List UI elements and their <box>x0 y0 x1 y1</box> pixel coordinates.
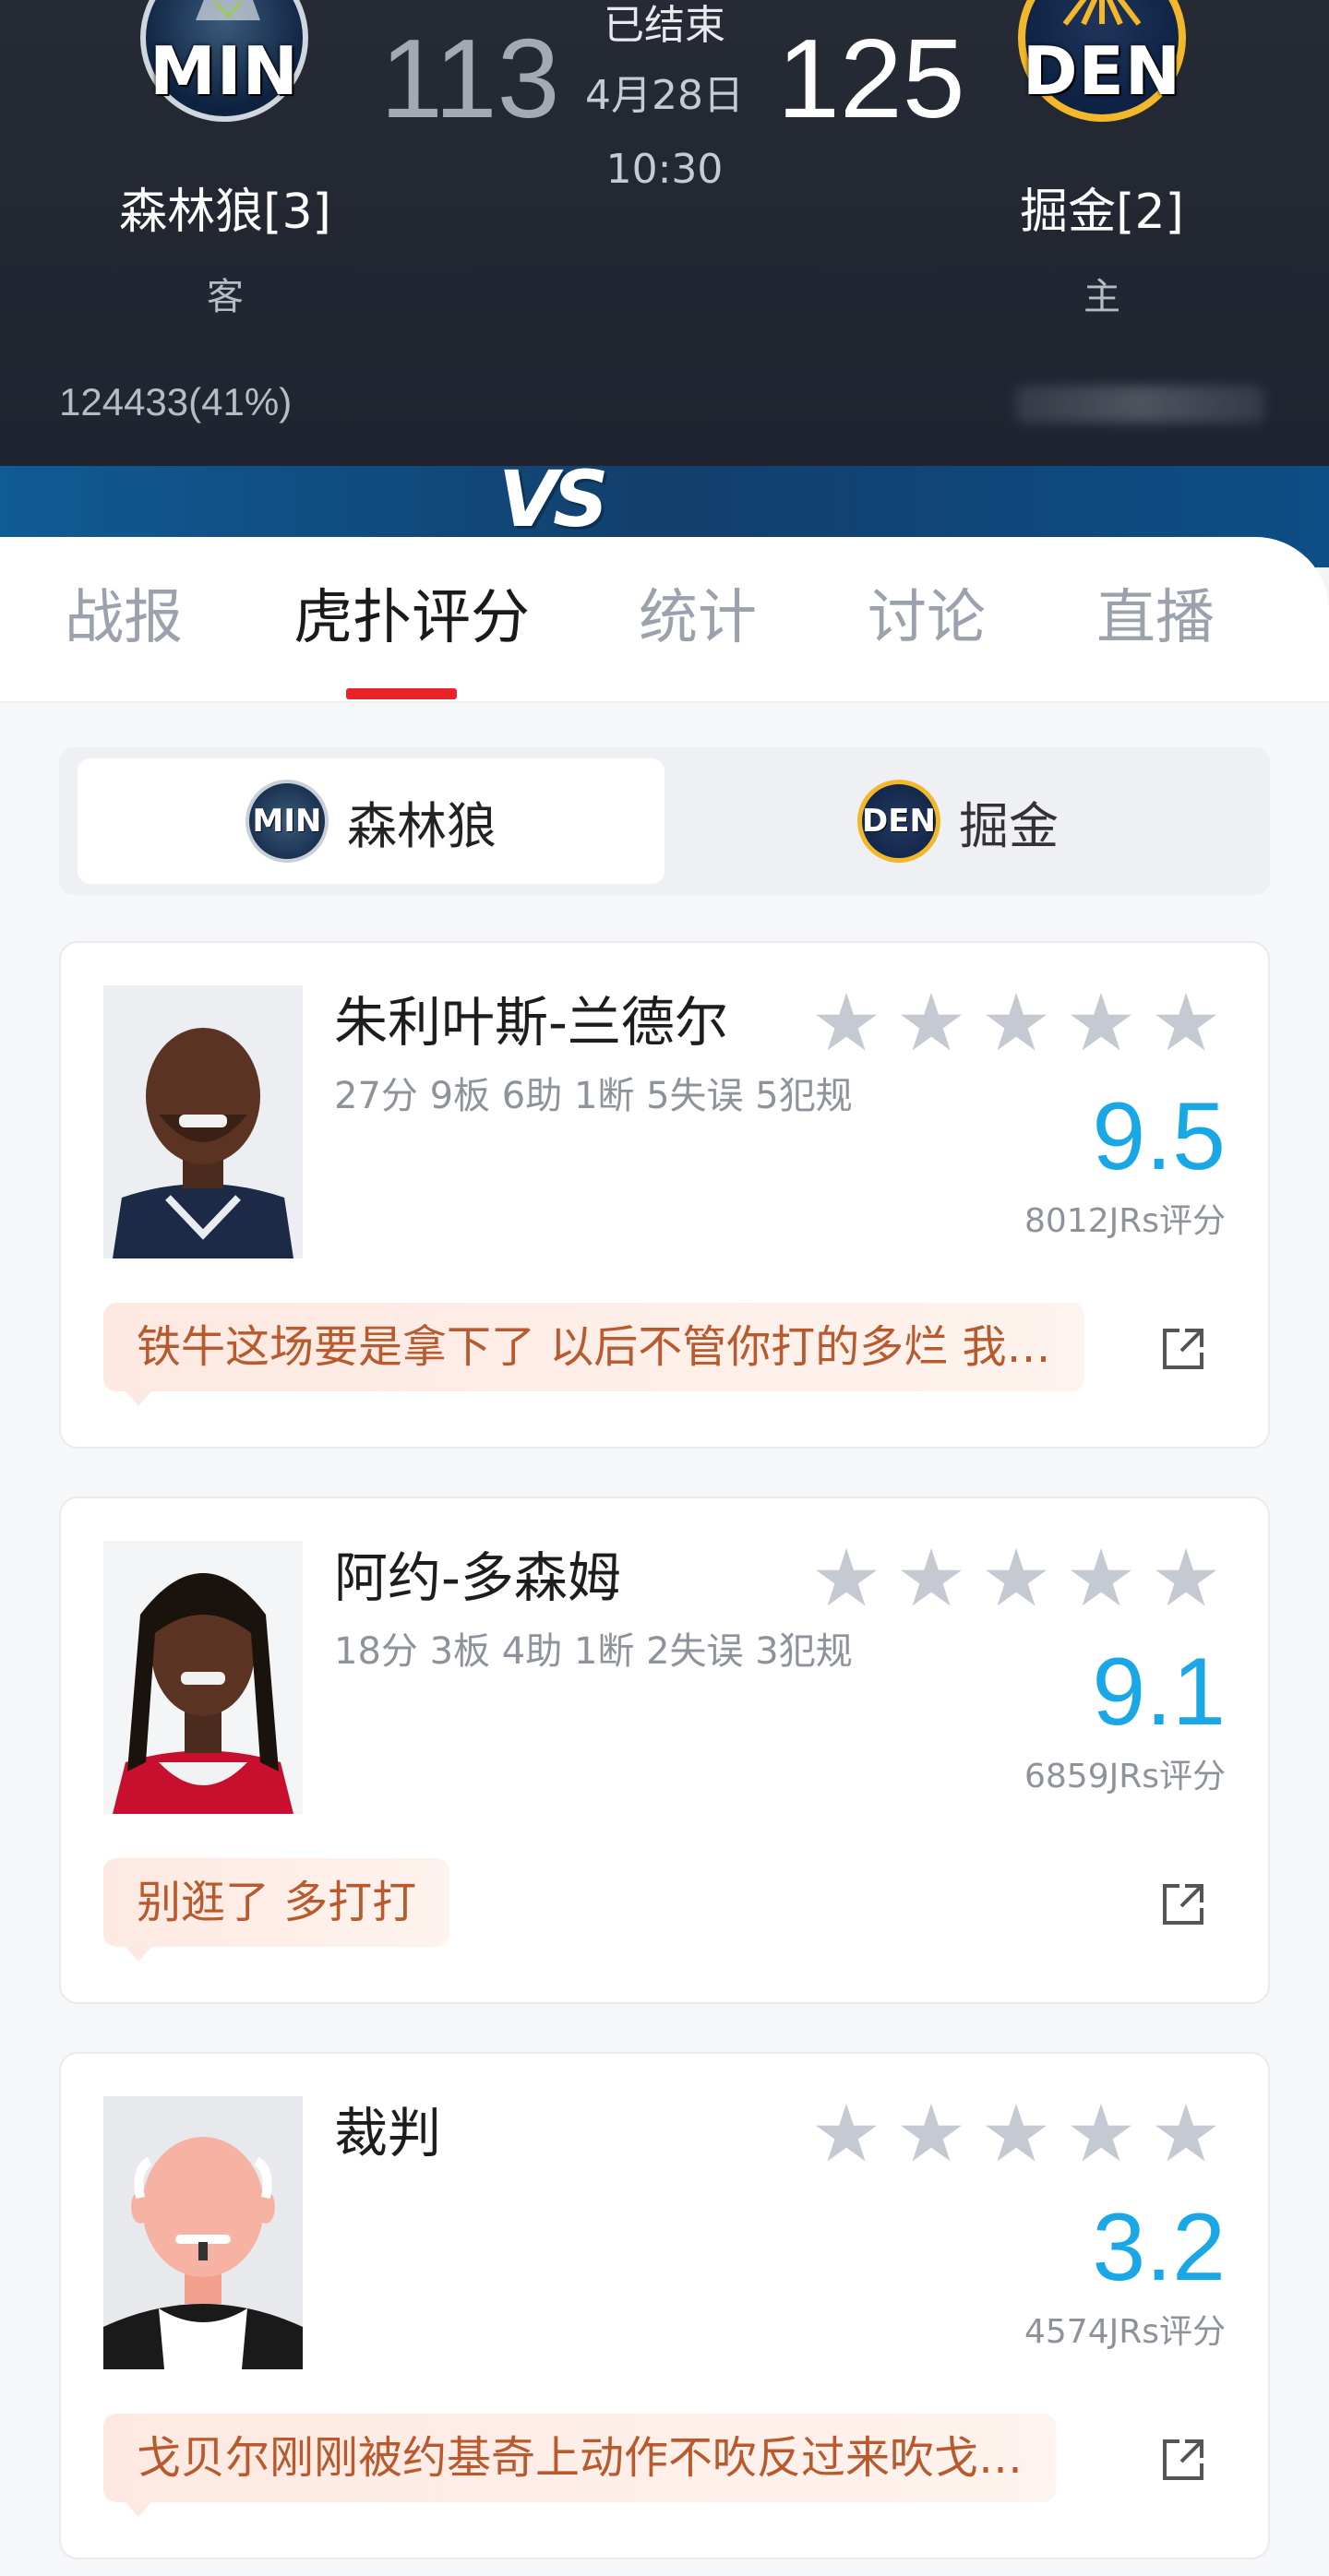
top-comment[interactable]: 戈贝尔刚刚被约基奇上动作不吹反过来吹戈… <box>103 2414 1057 2517</box>
star-icon[interactable]: ★ <box>895 1539 967 1618</box>
player-stats: 27分 9板 6助 1断 5失误 5犯规 <box>334 1075 853 1117</box>
star-icon[interactable]: ★ <box>810 2094 882 2174</box>
star-icon[interactable]: ★ <box>895 2094 967 2174</box>
player-rating-score: 9.1 <box>1092 1639 1226 1746</box>
away-team-name[interactable]: 森林狼[3] <box>78 183 373 242</box>
star-icon[interactable]: ★ <box>895 984 967 1063</box>
away-team-abbr: MIN <box>150 32 299 110</box>
player-name: 裁判 <box>334 2102 442 2165</box>
player-rating-card[interactable]: 裁判 ★ ★ ★ ★ ★ 3.2 4574JRs评分 戈贝尔刚刚被约基奇上动作不… <box>59 2052 1270 2559</box>
home-score: 125 <box>777 16 965 141</box>
star-icon[interactable]: ★ <box>810 1539 882 1618</box>
tab-bar: 战报 虎扑评分 统计 讨论 直播 <box>0 537 1329 703</box>
rating-stars[interactable]: ★ ★ ★ ★ ★ <box>810 1539 1222 1618</box>
home-team-name[interactable]: 掘金[2] <box>954 183 1250 242</box>
star-icon[interactable]: ★ <box>980 2094 1052 2174</box>
tab-report[interactable]: 战报 <box>65 581 183 655</box>
player-stats: 18分 3板 4助 1断 2失误 3犯规 <box>334 1630 853 1673</box>
player-rating-score: 9.5 <box>1092 1083 1226 1190</box>
rating-count: 4574JRs评分 <box>1024 2313 1226 2351</box>
rating-count: 6859JRs评分 <box>1024 1758 1226 1795</box>
tab-hupu-rating[interactable]: 虎扑评分 <box>293 581 530 655</box>
game-header: MIN DEN 113 125 已结束 4月28日 10:30 森林狼[3] 掘… <box>0 0 1329 471</box>
player-name: 阿约-多森姆 <box>334 1546 621 1609</box>
home-role-label: 主 <box>1084 276 1120 318</box>
star-icon[interactable]: ★ <box>980 1539 1052 1618</box>
player-name: 朱利叶斯-兰德尔 <box>334 991 728 1054</box>
toggle-timberwolves[interactable]: MIN 森林狼 <box>78 758 664 884</box>
player-avatar <box>103 1541 303 1814</box>
share-icon[interactable] <box>1157 1878 1209 1930</box>
star-icon[interactable]: ★ <box>1150 1539 1222 1618</box>
timberwolves-mini-logo: MIN <box>245 780 329 863</box>
team-toggle: MIN 森林狼 DEN 掘金 <box>59 747 1270 895</box>
game-status: 已结束 <box>604 2 725 49</box>
player-rating-card[interactable]: 阿约-多森姆 18分 3板 4助 1断 2失误 3犯规 ★ ★ ★ ★ ★ 9.… <box>59 1497 1270 2004</box>
top-comment[interactable]: 别逛了 多打打 <box>103 1858 450 1962</box>
top-comment[interactable]: 铁牛这场要是拿下了 以后不管你打的多烂 我… <box>103 1303 1084 1406</box>
rating-stars[interactable]: ★ ★ ★ ★ ★ <box>810 2094 1222 2174</box>
star-icon[interactable]: ★ <box>980 984 1052 1063</box>
star-icon[interactable]: ★ <box>1150 2094 1222 2174</box>
share-icon[interactable] <box>1157 1323 1209 1375</box>
star-icon[interactable]: ★ <box>1065 984 1137 1063</box>
toggle-nuggets[interactable]: DEN 掘金 <box>664 758 1251 884</box>
star-icon[interactable]: ★ <box>810 984 882 1063</box>
away-role-label: 客 <box>207 276 244 318</box>
share-icon[interactable] <box>1157 2434 1209 2486</box>
player-rating-card[interactable]: 朱利叶斯-兰德尔 27分 9板 6助 1断 5失误 5犯规 ★ ★ ★ ★ ★ … <box>59 941 1270 1449</box>
toggle-nuggets-label: 掘金 <box>959 796 1059 855</box>
player-avatar <box>103 985 303 1258</box>
tab-discussion[interactable]: 讨论 <box>868 581 986 655</box>
player-rating-score: 3.2 <box>1092 2194 1226 2301</box>
toggle-timberwolves-label: 森林狼 <box>347 796 497 855</box>
vs-emblem: VS <box>498 454 608 544</box>
star-icon[interactable]: ★ <box>1150 984 1222 1063</box>
game-time: 10:30 <box>605 146 724 193</box>
tab-stats[interactable]: 统计 <box>639 581 757 655</box>
player-avatar <box>103 2096 303 2369</box>
tab-live[interactable]: 直播 <box>1096 581 1215 655</box>
rating-stars[interactable]: ★ ★ ★ ★ ★ <box>810 984 1222 1063</box>
nuggets-mini-logo: DEN <box>857 780 940 863</box>
game-date: 4月28日 <box>585 72 744 119</box>
ratings-sheet: 战报 虎扑评分 统计 讨论 直播 MIN 森林狼 DEN 掘金 朱利叶斯-兰德尔… <box>0 537 1329 2576</box>
away-support-votes: 124433(41%) <box>59 380 293 423</box>
star-icon[interactable]: ★ <box>1065 1539 1137 1618</box>
away-score: 113 <box>380 16 560 141</box>
active-tab-indicator <box>346 688 457 699</box>
home-team-abbr: DEN <box>1022 32 1182 110</box>
star-icon[interactable]: ★ <box>1065 2094 1137 2174</box>
rating-count: 8012JRs评分 <box>1024 1202 1226 1240</box>
nuggets-logo: DEN <box>1018 0 1186 122</box>
timberwolves-logo: MIN <box>140 0 308 122</box>
home-support-votes-blurred <box>1015 386 1264 423</box>
